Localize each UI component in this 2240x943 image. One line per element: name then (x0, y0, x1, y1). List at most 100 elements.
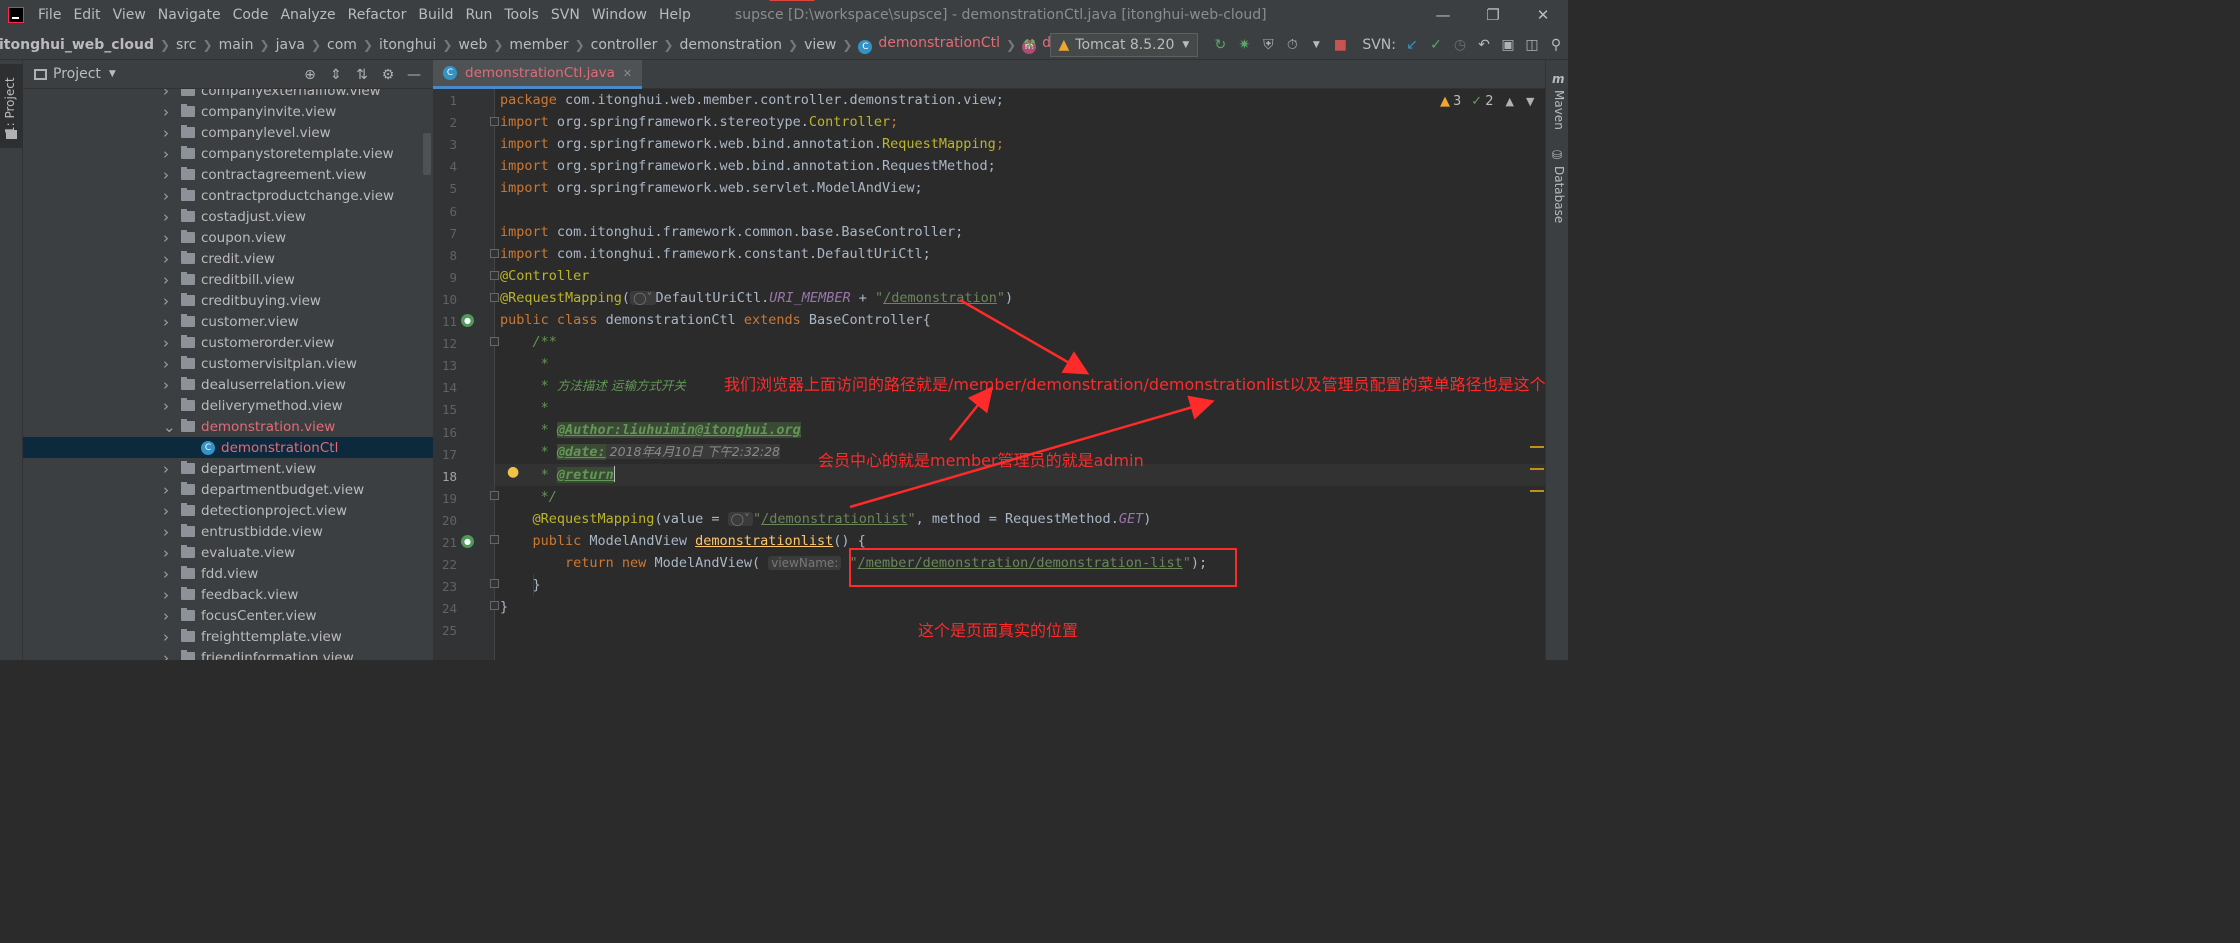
chevron-right-icon[interactable]: › (163, 544, 175, 562)
breadcrumb-class[interactable]: CdemonstrationCtl (858, 35, 1000, 54)
project-structure-icon[interactable]: ▣ (1497, 34, 1519, 56)
menu-svn[interactable]: SVN (545, 7, 586, 23)
chevron-right-icon[interactable]: › (163, 628, 175, 646)
spring-mapping-icon[interactable]: ● (461, 535, 474, 548)
chevron-right-icon[interactable]: › (163, 649, 175, 661)
fold-marker[interactable] (490, 117, 499, 126)
debug-icon[interactable]: ✷ (1233, 34, 1255, 56)
tree-item-folder[interactable]: › companystoretemplate.view (23, 143, 433, 164)
tree-item-class[interactable]: CdemonstrationCtl (23, 437, 433, 458)
chevron-right-icon[interactable]: › (163, 376, 175, 394)
project-tree-scrollbar[interactable] (423, 133, 431, 175)
tree-item-folder[interactable]: › freighttemplate.view (23, 626, 433, 647)
tree-item-folder[interactable]: › evaluate.view (23, 542, 433, 563)
tree-item-folder[interactable]: › companyexternalflow.view (23, 89, 433, 101)
tree-item-folder[interactable]: › customer.view (23, 311, 433, 332)
project-panel-title[interactable]: Project (53, 66, 101, 82)
hide-icon[interactable]: — (401, 67, 427, 83)
presentation-icon[interactable]: ◫ (1521, 34, 1543, 56)
tree-item-folder[interactable]: › customerorder.view (23, 332, 433, 353)
close-window-icon[interactable]: ✕ (1518, 0, 1568, 30)
breadcrumb-src[interactable]: src (176, 37, 196, 53)
fold-marker[interactable] (490, 337, 499, 346)
tree-item-folder[interactable]: ⌄ demonstration.view (23, 416, 433, 437)
tree-item-folder[interactable]: › creditbill.view (23, 269, 433, 290)
tree-item-folder[interactable]: › credit.view (23, 248, 433, 269)
more-run-icon[interactable]: ▼ (1305, 34, 1327, 56)
locate-icon[interactable]: ⊕ (297, 67, 323, 83)
database-tool-tab[interactable]: Database (1552, 166, 1566, 223)
chevron-right-icon[interactable]: › (163, 229, 175, 247)
chevron-right-icon[interactable]: › (163, 103, 175, 121)
tree-item-folder[interactable]: › coupon.view (23, 227, 433, 248)
chevron-right-icon[interactable]: › (163, 124, 175, 142)
chevron-right-icon[interactable]: › (163, 565, 175, 583)
tree-item-folder[interactable]: › detectionproject.view (23, 500, 433, 521)
chevron-right-icon[interactable]: › (163, 355, 175, 373)
stop-icon[interactable]: ■ (1329, 34, 1351, 56)
close-tab-icon[interactable]: ✕ (623, 67, 632, 80)
breadcrumb-controller[interactable]: controller (591, 37, 658, 53)
history-icon[interactable]: ◷ (1449, 34, 1471, 56)
menu-help[interactable]: Help (653, 7, 697, 23)
fold-marker[interactable] (490, 249, 499, 258)
tree-item-folder[interactable]: › entrustbidde.view (23, 521, 433, 542)
breadcrumb-com[interactable]: com (327, 37, 357, 53)
rerun-icon[interactable]: ↻ (1209, 34, 1231, 56)
tree-item-folder[interactable]: › contractagreement.view (23, 164, 433, 185)
breadcrumb-itonghui[interactable]: itonghui (379, 37, 436, 53)
chevron-right-icon[interactable]: › (163, 292, 175, 310)
error-stripe-mark[interactable] (1530, 490, 1544, 492)
menu-code[interactable]: Code (227, 7, 275, 23)
tree-item-folder[interactable]: › fdd.view (23, 563, 433, 584)
menu-tools[interactable]: Tools (498, 7, 545, 23)
menu-file[interactable]: File (32, 7, 67, 23)
tree-item-folder[interactable]: › customervisitplan.view (23, 353, 433, 374)
chevron-right-icon[interactable]: › (163, 250, 175, 268)
chevron-right-icon[interactable]: › (163, 523, 175, 541)
breadcrumb-main[interactable]: main (219, 37, 254, 53)
menu-run[interactable]: Run (460, 7, 499, 23)
chevron-right-icon[interactable]: › (163, 607, 175, 625)
error-stripe[interactable] (1530, 446, 1544, 512)
breadcrumb-member[interactable]: member (509, 37, 568, 53)
coverage-icon[interactable]: ⛨ (1257, 34, 1279, 56)
menu-navigate[interactable]: Navigate (152, 7, 227, 23)
search-icon[interactable]: ⚲ (1545, 34, 1567, 56)
chevron-right-icon[interactable]: › (163, 187, 175, 205)
tree-item-folder[interactable]: › deliverymethod.view (23, 395, 433, 416)
chevron-right-icon[interactable]: › (163, 481, 175, 499)
fold-marker[interactable] (490, 293, 499, 302)
tree-item-folder[interactable]: › department.view (23, 458, 433, 479)
fold-marker[interactable] (490, 601, 499, 610)
restore-icon[interactable]: ❐ (1468, 0, 1518, 30)
tree-item-folder[interactable]: › companyinvite.view (23, 101, 433, 122)
chevron-right-icon[interactable]: › (163, 89, 175, 100)
chevron-right-icon[interactable]: › (163, 334, 175, 352)
chevron-right-icon[interactable]: › (163, 145, 175, 163)
chevron-down-icon[interactable]: ⌄ (163, 418, 176, 436)
project-tool-tab[interactable]: 1: Project (0, 64, 23, 148)
run-configuration-select[interactable]: ▲ Tomcat 8.5.20 ▼ (1049, 33, 1199, 57)
chevron-right-icon[interactable]: › (163, 397, 175, 415)
chevron-right-icon[interactable]: › (163, 313, 175, 331)
svn-update-icon[interactable]: ↙ (1401, 34, 1423, 56)
chevron-right-icon[interactable]: › (163, 586, 175, 604)
chevron-right-icon[interactable]: › (163, 208, 175, 226)
svn-commit-icon[interactable]: ✓ (1425, 34, 1447, 56)
tree-item-folder[interactable]: › friendinformation.view (23, 647, 433, 660)
inspection-widget[interactable]: ▲ 3 ✓ 2 ▲ ▼ (1440, 94, 1534, 109)
collapse-all-icon[interactable]: ⇅ (349, 67, 375, 83)
tree-item-folder[interactable]: › focusCenter.view (23, 605, 433, 626)
tab-demonstrationctl[interactable]: C demonstrationCtl.java ✕ (433, 60, 643, 89)
breadcrumb-web[interactable]: web (458, 37, 487, 53)
spring-bean-icon[interactable]: ● (461, 314, 474, 327)
chevron-up-icon[interactable]: ▲ (1505, 95, 1513, 108)
minimize-icon[interactable]: — (1418, 0, 1468, 30)
fold-marker[interactable] (490, 271, 499, 280)
build-hammer-icon[interactable]: ⚒ (1019, 34, 1041, 56)
error-stripe-mark[interactable] (1530, 446, 1544, 448)
tree-item-folder[interactable]: › feedback.view (23, 584, 433, 605)
tree-item-folder[interactable]: › dealuserrelation.view (23, 374, 433, 395)
tree-item-folder[interactable]: › creditbuying.view (23, 290, 433, 311)
